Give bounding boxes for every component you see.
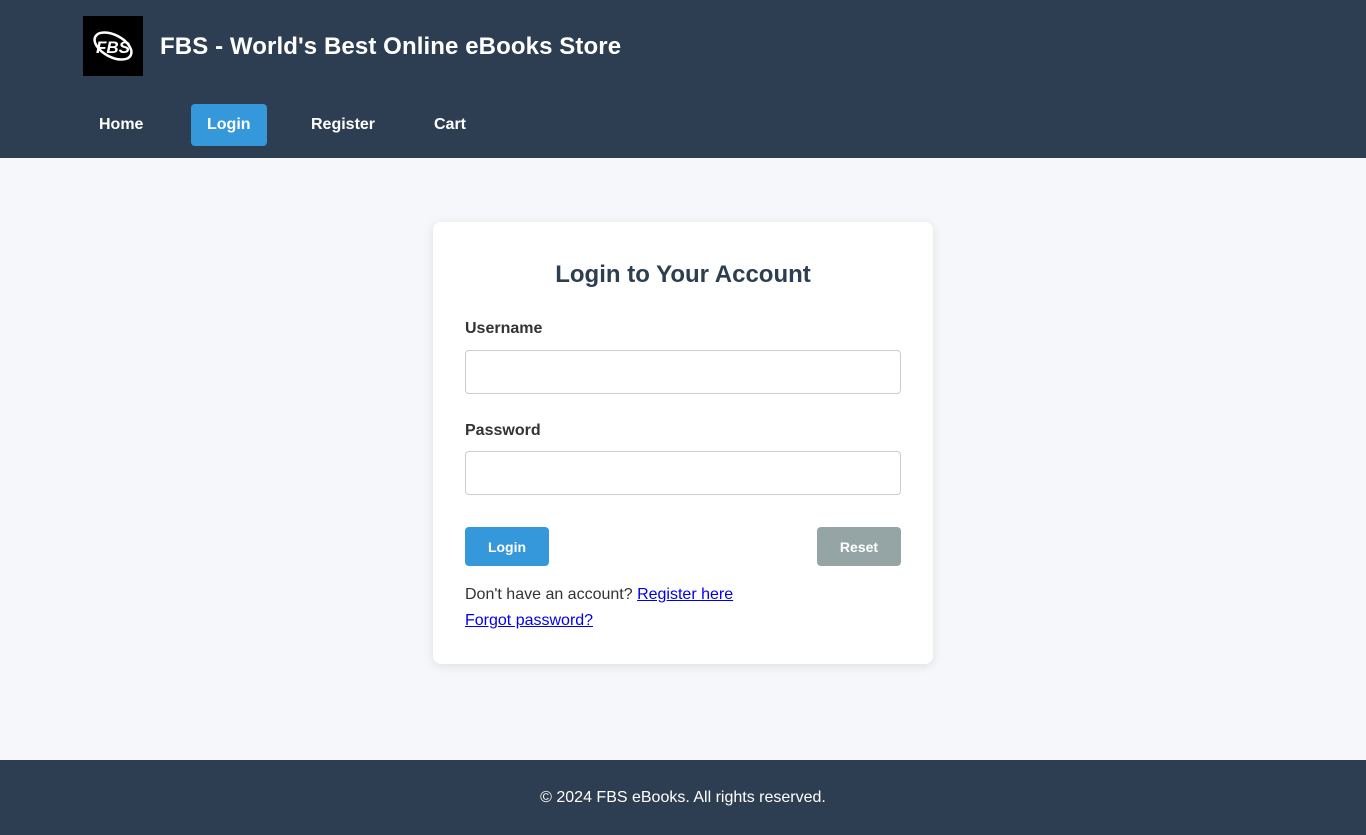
site-header: FBS FBS - World's Best Online eBooks Sto… [0, 0, 1366, 158]
nav-cart-link[interactable]: Cart [418, 104, 482, 146]
fbs-logo[interactable]: FBS [83, 16, 143, 76]
login-title: Login to Your Account [555, 261, 811, 288]
site-footer: © 2024 FBS eBooks. All rights reserved. [0, 760, 1366, 835]
reset-button[interactable]: Reset [817, 527, 901, 566]
register-prompt-text: Don't have an account? [465, 586, 633, 603]
nav-home-link[interactable]: Home [83, 104, 159, 146]
nav-register-link[interactable]: Register [295, 104, 391, 146]
forgot-password-link[interactable]: Forgot password? [465, 612, 593, 630]
login-card: Login to Your Account Username Password … [433, 222, 933, 664]
username-input[interactable] [465, 350, 901, 394]
password-label: Password [465, 422, 541, 439]
nav-login-link[interactable]: Login [191, 104, 267, 146]
fbs-logo-icon: FBS [93, 31, 133, 61]
svg-text:FBS: FBS [96, 38, 131, 57]
password-input[interactable] [465, 451, 901, 495]
site-title: FBS - World's Best Online eBooks Store [160, 33, 622, 60]
register-prompt-line: Don't have an account? Register here [465, 586, 733, 604]
login-button[interactable]: Login [465, 527, 549, 566]
username-label: Username [465, 320, 543, 337]
footer-copyright: © 2024 FBS eBooks. All rights reserved. [540, 789, 826, 806]
register-here-link[interactable]: Register here [637, 586, 733, 603]
